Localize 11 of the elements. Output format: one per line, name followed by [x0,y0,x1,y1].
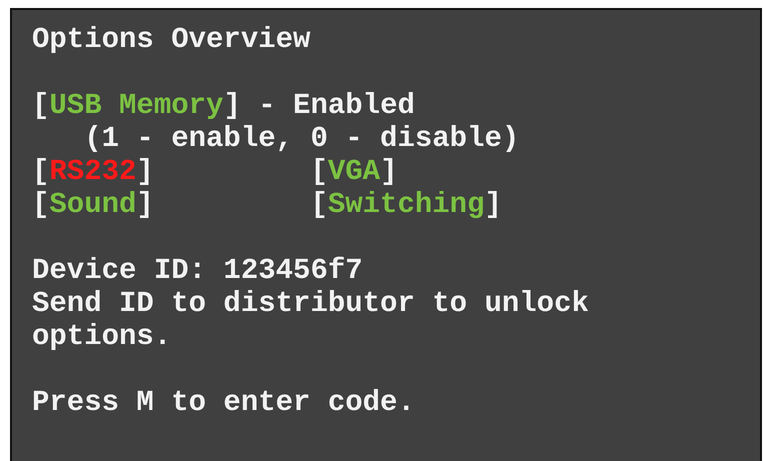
prompt-text: Press M to enter code. [32,386,416,419]
option-status: - Enabled [258,89,415,122]
option-hint: (1 - enable, 0 - disable) [83,122,520,155]
option-label: [Switching] [310,188,502,221]
option-label: [VGA] [310,155,398,188]
device-id-text: Device ID: 123456f7 [32,254,364,287]
option-label: [RS232] [32,155,154,188]
option-label: [USB Memory] [32,89,241,122]
option-label: [Sound] [32,188,154,221]
unlock-message: Send ID to distributor to unlock options. [32,287,590,353]
screen-title: Options Overview [32,23,312,56]
